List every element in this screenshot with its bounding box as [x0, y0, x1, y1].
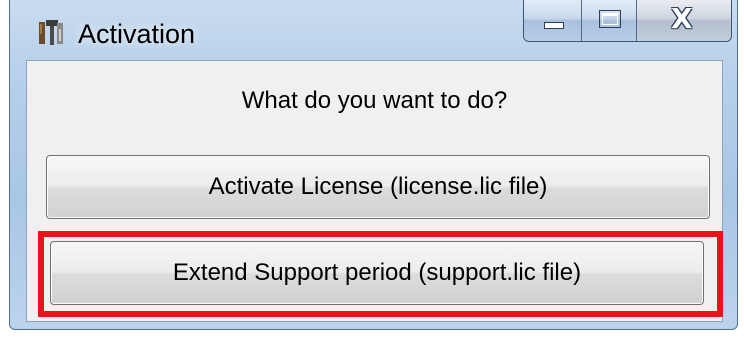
maximize-icon	[599, 10, 621, 28]
minimize-icon	[544, 22, 564, 29]
window-title: Activation	[78, 19, 196, 49]
close-button[interactable]: X	[637, 0, 731, 41]
activate-license-label: Activate License (license.lic file)	[208, 173, 548, 200]
caption-buttons: X	[523, 0, 732, 42]
title-bar[interactable]: Activation X	[10, 0, 737, 60]
app-tools-icon	[39, 20, 63, 45]
question-label: What do you want to do?	[241, 87, 508, 114]
activate-license-button[interactable]: Activate License (license.lic file)	[46, 155, 710, 219]
minimize-button[interactable]	[524, 0, 582, 41]
highlight-box	[38, 231, 723, 317]
maximize-button[interactable]	[582, 0, 637, 41]
close-icon: X	[671, 2, 693, 35]
